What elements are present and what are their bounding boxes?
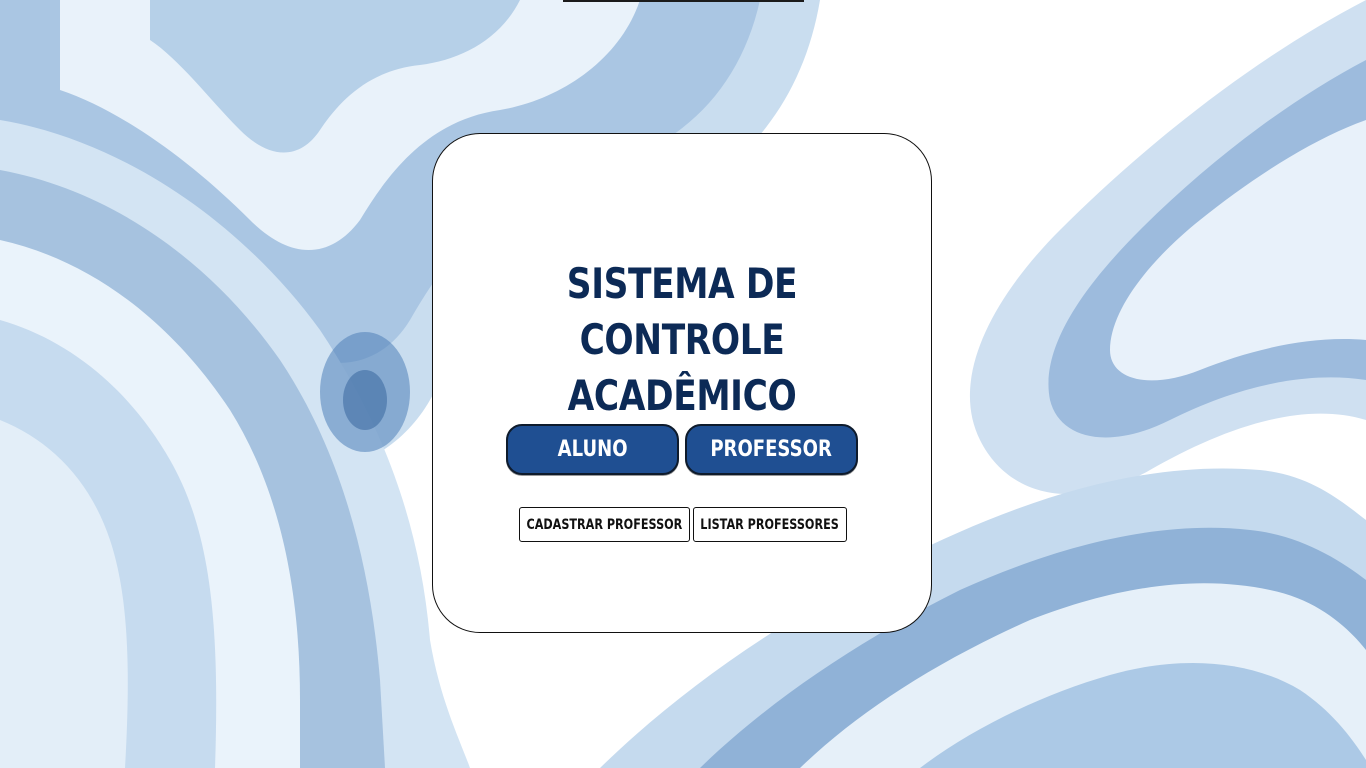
top-bar-line [563,0,804,2]
listar-professores-button[interactable]: LISTAR PROFESSORES [693,507,847,542]
title-line-2: ACADÊMICO [567,371,797,420]
aluno-button-label: ALUNO [557,437,628,462]
listar-professores-label: LISTAR PROFESSORES [700,516,840,533]
professor-actions: CADASTRAR PROFESSOR LISTAR PROFESSORES [519,507,849,543]
aluno-button[interactable]: ALUNO [506,424,679,475]
cadastrar-professor-button[interactable]: CADASTRAR PROFESSOR [519,507,690,542]
page-title: SISTEMA DE CONTROLE ACADÊMICO [478,256,886,424]
role-buttons: ALUNO PROFESSOR [506,424,860,477]
title-line-1: SISTEMA DE CONTROLE [566,259,798,364]
professor-button-label: PROFESSOR [710,437,833,462]
cadastrar-professor-label: CADASTRAR PROFESSOR [526,516,683,533]
professor-button[interactable]: PROFESSOR [685,424,858,475]
main-card: SISTEMA DE CONTROLE ACADÊMICO ALUNO PROF… [432,133,932,633]
